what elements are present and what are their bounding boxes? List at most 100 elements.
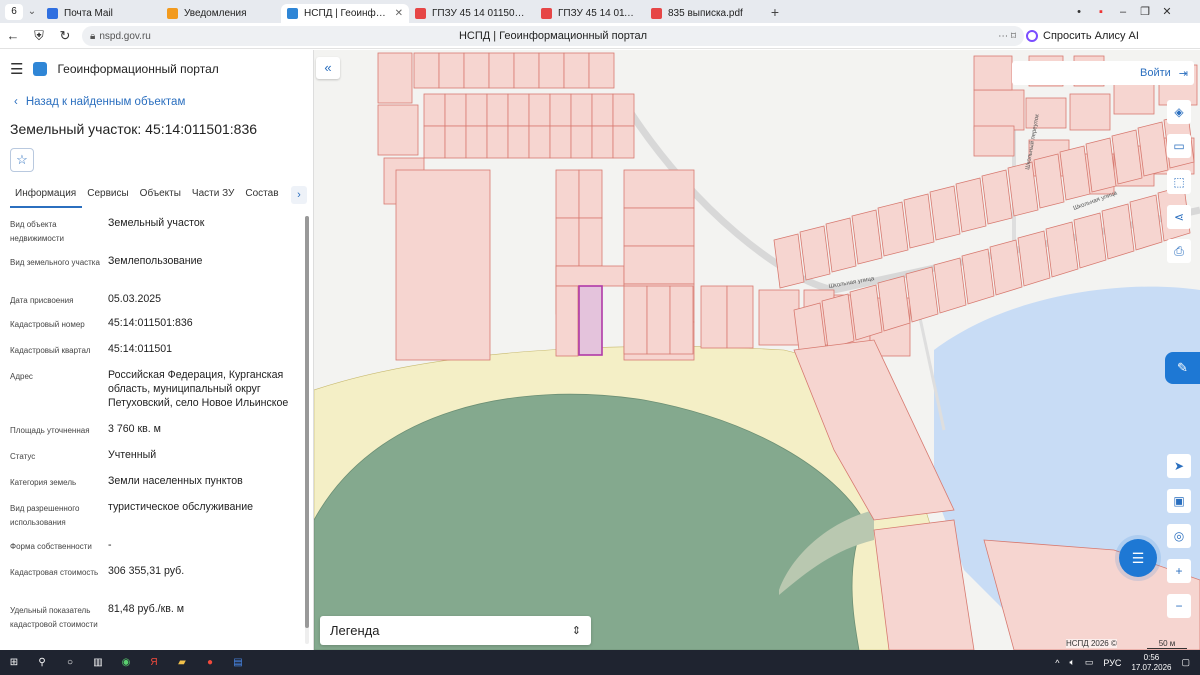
parcel[interactable] (623, 207, 695, 247)
parcel[interactable] (423, 125, 446, 159)
parcel[interactable] (463, 52, 490, 89)
parcel[interactable] (1101, 203, 1135, 260)
back-button[interactable]: ← (0, 28, 26, 43)
parcel[interactable] (1025, 97, 1067, 129)
parcel[interactable] (486, 93, 509, 127)
login-button[interactable]: Войти ⇥ (1012, 61, 1194, 85)
parcel[interactable] (623, 285, 648, 355)
back-to-results-link[interactable]: ‹ Назад к найденным объектам (14, 96, 185, 108)
browser-tab[interactable]: Почта Mail (41, 4, 161, 23)
bookmark-icon[interactable]: • (1068, 6, 1090, 18)
browser-tab[interactable]: Уведомления (161, 4, 281, 23)
url-field[interactable]: 🔒︎ nspd.gov.ru НСПД | Геоинформационный … (82, 26, 1024, 46)
parcel[interactable] (821, 293, 855, 350)
windows-start-icon[interactable]: ⊞ (0, 657, 28, 668)
parcel[interactable] (555, 285, 579, 357)
attribute-value[interactable]: Учтенный (108, 448, 300, 462)
panel-scrollbar[interactable] (305, 216, 309, 644)
parcel[interactable] (612, 125, 635, 159)
attribute-value[interactable]: 306 355,31 руб. (108, 564, 300, 578)
url-actions-icon[interactable]: ⋯ ⌑ (998, 31, 1016, 42)
attribute-value[interactable]: - (108, 538, 300, 552)
minimize-button[interactable]: – (1112, 6, 1134, 18)
parcel[interactable] (528, 93, 551, 127)
parcel[interactable] (905, 266, 939, 323)
parcel[interactable] (591, 125, 614, 159)
task-view-icon[interactable]: ▥ (84, 657, 112, 668)
parcel[interactable] (570, 125, 593, 159)
shield-icon[interactable]: ⛨ (26, 28, 52, 44)
select-area-tool[interactable]: ⬚ (1167, 170, 1191, 194)
attribute-value[interactable]: 3 760 кв. м (108, 422, 300, 436)
parcel[interactable] (1017, 230, 1051, 287)
alice-button[interactable]: Спросить Алису AI (1026, 26, 1139, 46)
selected-parcel[interactable] (578, 285, 603, 356)
parcel[interactable] (563, 52, 590, 89)
info-tab[interactable]: Объекты (135, 186, 187, 208)
map-canvas[interactable]: Школьная улица Школьная улица Школьный п… (314, 50, 1200, 650)
tray-chevron-icon[interactable]: ^ (1055, 658, 1059, 668)
parcel[interactable] (465, 93, 488, 127)
language-indicator[interactable]: РУС (1103, 658, 1121, 668)
parcel[interactable] (555, 217, 580, 267)
parcel[interactable] (578, 217, 603, 267)
parcel[interactable] (377, 52, 413, 104)
parcel[interactable] (555, 169, 580, 219)
attribute-value[interactable]: Российская Федерация, Курганская область… (108, 368, 300, 410)
parcel[interactable] (646, 285, 671, 355)
parcel[interactable] (538, 52, 565, 89)
collapse-panel-button[interactable]: « (316, 57, 340, 79)
new-tab-button[interactable]: + (765, 4, 785, 20)
attribute-value[interactable]: 45:14:011501:836 (108, 316, 300, 330)
network-icon[interactable]: ▭ (1085, 657, 1094, 668)
favorite-button[interactable]: ☆ (10, 148, 34, 172)
zoom-in-button[interactable]: + (1167, 559, 1191, 583)
attribute-value[interactable]: Земельный участок (108, 216, 300, 230)
basemap-tool[interactable]: ▣ (1167, 489, 1191, 513)
browser-tab[interactable]: ГПЗУ 45 14 011501 835.pdf (409, 4, 535, 23)
parcel[interactable] (588, 52, 615, 89)
info-tab[interactable]: Сервисы (82, 186, 134, 208)
parcel[interactable] (528, 125, 551, 159)
info-tab[interactable]: Состав (240, 186, 284, 208)
notifications-icon[interactable]: ▪ (1090, 6, 1112, 18)
locate-tool[interactable]: ➤ (1167, 454, 1191, 478)
browser-tab[interactable]: НСПД | Геоинформацио✕ (281, 4, 409, 23)
parcel[interactable] (444, 93, 467, 127)
parcel[interactable] (933, 257, 967, 314)
attribute-value[interactable]: 45:14:011501 (108, 342, 300, 356)
measure-tool[interactable]: ▭ (1167, 134, 1191, 158)
close-tab-icon[interactable]: ✕ (389, 8, 403, 19)
browser-tab[interactable]: ГПЗУ 45 14 011501 836.pdf (535, 4, 645, 23)
sound-icon[interactable]: 🔈︎ (1069, 657, 1074, 668)
attribute-value[interactable]: 05.03.2025 (108, 292, 300, 306)
parcel[interactable] (507, 125, 530, 159)
word-icon[interactable]: ▤ (224, 657, 252, 668)
parcel[interactable] (1045, 221, 1079, 278)
parcel[interactable] (591, 93, 614, 127)
parcel[interactable] (465, 125, 488, 159)
print-tool[interactable]: ⎙ (1167, 239, 1191, 263)
share-tool[interactable]: ⋖ (1167, 205, 1191, 229)
parcel[interactable] (623, 169, 695, 209)
info-tab[interactable]: Информация (10, 186, 83, 208)
parcel[interactable] (507, 93, 530, 127)
parcel[interactable] (877, 275, 911, 332)
parcel[interactable] (612, 93, 635, 127)
parcel[interactable] (1073, 212, 1107, 269)
menu-icon[interactable]: ☰ (10, 60, 23, 78)
chrome-icon[interactable]: ◉ (112, 657, 140, 668)
parcel[interactable] (669, 285, 694, 355)
scrollbar-thumb[interactable] (305, 216, 309, 628)
parcel[interactable] (1069, 93, 1111, 131)
tabs-chevron-icon[interactable]: ⌄ (23, 6, 41, 17)
parcel[interactable] (513, 52, 540, 89)
notification-center-icon[interactable]: ▢ (1181, 657, 1190, 668)
cortana-icon[interactable]: ○ (56, 657, 84, 668)
parcel[interactable] (578, 169, 603, 219)
browser-tab[interactable]: 835 выписка.pdf (645, 4, 765, 23)
attribute-value[interactable]: Земли населенных пунктов (108, 474, 300, 488)
parcel[interactable] (486, 125, 509, 159)
yandex-browser-icon[interactable]: ● (196, 657, 224, 668)
attribute-value[interactable]: 81,48 руб./кв. м (108, 602, 300, 616)
